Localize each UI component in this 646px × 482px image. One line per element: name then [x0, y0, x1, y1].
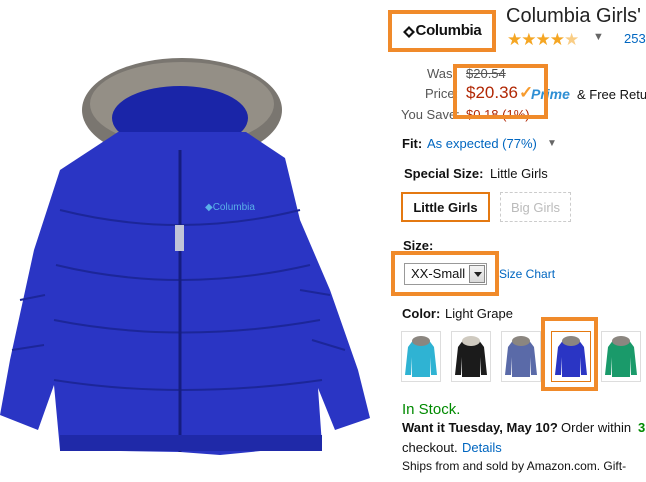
stock-status: In Stock.	[402, 401, 461, 418]
jacket-thumbnail-icon	[605, 335, 637, 377]
size-chart-link[interactable]: Size Chart	[499, 267, 555, 281]
ships-from-text: Ships from and sold by Amazon.com. Gift-	[402, 459, 627, 473]
color-value: Light Grape	[445, 306, 513, 321]
jacket-thumbnail-icon	[505, 335, 537, 377]
jacket-thumbnail-icon	[455, 335, 487, 377]
fit-label: Fit:	[402, 136, 423, 151]
color-label: Color:	[402, 306, 441, 321]
jacket-thumbnail-icon	[405, 335, 437, 377]
chevron-down-icon[interactable]: ▼	[593, 31, 604, 43]
special-size-value: Little Girls	[490, 166, 548, 181]
delivery-date: Want it Tuesday, May 10?	[402, 420, 558, 435]
highlight-box-brand	[388, 10, 496, 52]
product-image[interactable]: ◆Columbia	[0, 40, 375, 477]
size-option-big-girls[interactable]: Big Girls	[500, 192, 571, 222]
star-rating-icon[interactable]: ★★★★★	[507, 30, 579, 50]
order-countdown: 3	[638, 420, 646, 435]
color-swatch-slate-blue[interactable]	[501, 331, 541, 382]
you-save-label: You Save:	[401, 107, 460, 122]
details-link[interactable]: Details	[462, 440, 502, 455]
checkout-text: checkout.	[402, 440, 458, 455]
color-swatch-green[interactable]	[601, 331, 641, 382]
highlight-box-price	[453, 64, 548, 119]
free-returns-text: & Free Retu	[577, 87, 646, 102]
highlight-box-size	[391, 251, 499, 296]
special-size-label: Special Size:	[404, 166, 484, 181]
product-title[interactable]: Columbia Girls'	[506, 5, 641, 28]
chevron-down-icon[interactable]: ▼	[547, 138, 557, 149]
color-swatch-black[interactable]	[451, 331, 491, 382]
fit-value-link[interactable]: As expected (77%)	[427, 136, 537, 151]
size-option-little-girls[interactable]: Little Girls	[401, 192, 490, 222]
color-swatch-teal[interactable]	[401, 331, 441, 382]
jacket-illustration: ◆Columbia	[0, 58, 370, 455]
rating-count-link[interactable]: 253	[624, 31, 646, 46]
was-label: Was:	[427, 66, 457, 81]
highlight-box-color	[541, 317, 598, 391]
svg-text:◆Columbia: ◆Columbia	[205, 202, 255, 213]
order-within-text: Order within	[561, 420, 632, 435]
